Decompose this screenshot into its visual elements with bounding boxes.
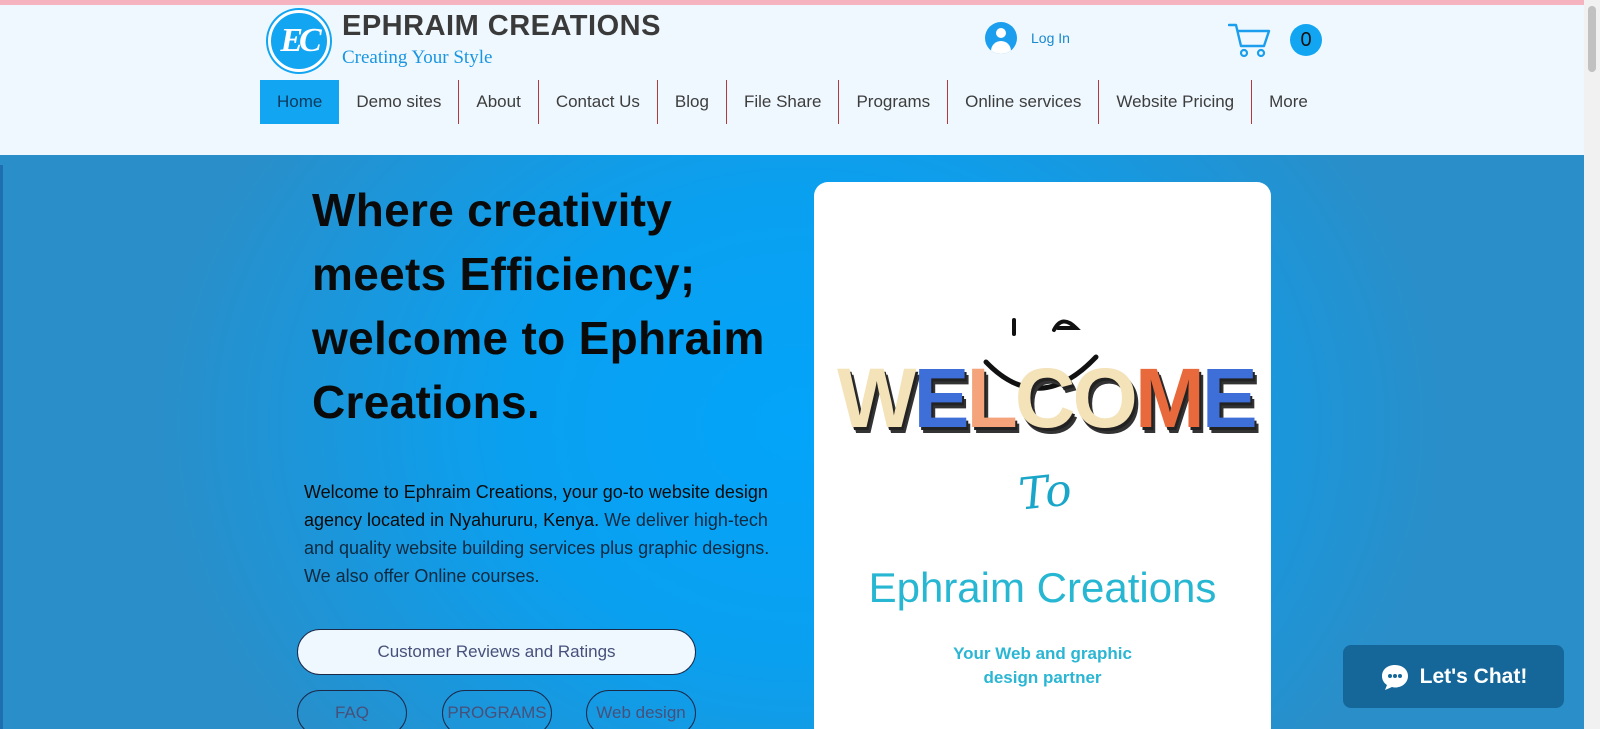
card-subtitle-line-2: design partner [983,668,1102,687]
cart-button[interactable]: 0 [1228,20,1328,60]
hero-section [0,155,1584,729]
faq-button[interactable]: FAQ [297,690,407,729]
web-design-button[interactable]: Web design [586,690,696,729]
login-label: Log In [1031,30,1070,46]
shopping-cart-icon [1228,23,1271,58]
main-navigation: Home Demo sites About Contact Us Blog Fi… [260,80,1325,124]
hero-intro: Welcome to Ephraim Creations, your go-to… [304,478,774,590]
nav-item-programs[interactable]: Programs [839,80,949,124]
welcome-graphic-card: WELCOME To Ephraim Creations Your Web an… [814,182,1271,729]
cart-count-badge: 0 [1290,24,1322,56]
lets-chat-button[interactable]: Let's Chat! [1343,645,1564,708]
card-subtitle: Your Web and graphic design partner [914,642,1171,690]
nav-item-demo-sites[interactable]: Demo sites [339,80,460,124]
customer-reviews-button[interactable]: Customer Reviews and Ratings [297,629,696,675]
nav-item-home[interactable]: Home [260,80,340,124]
chat-bubble-icon [1381,664,1408,690]
scrollbar-thumb[interactable] [1588,6,1596,72]
brand-logo[interactable]: EC [268,10,330,72]
card-subtitle-line-1: Your Web and graphic [953,644,1132,663]
nav-item-file-share[interactable]: File Share [727,80,840,124]
user-avatar-icon [985,22,1017,54]
welcome-letter: E [1201,351,1258,445]
welcome-word: WELCOME [836,350,1258,447]
welcome-letter: W [837,351,916,445]
page-scrollbar[interactable] [1584,0,1600,729]
nav-item-more[interactable]: More [1252,80,1325,124]
welcome-letter: C [1014,351,1076,445]
nav-item-about[interactable]: About [459,80,539,124]
to-script: To [1016,464,1074,521]
brand-tagline: Creating Your Style [342,47,493,68]
hero-headline: Where creativity meets Efficiency; welco… [312,184,765,428]
page-edge [0,165,3,729]
brand-title[interactable]: EPHRAIM CREATIONS [342,10,661,43]
welcome-letter: E [913,351,969,445]
nav-item-blog[interactable]: Blog [658,80,727,124]
nav-item-online-services[interactable]: Online services [948,80,1100,124]
card-brand-name: Ephraim Creations [868,564,1217,611]
nav-item-contact-us[interactable]: Contact Us [539,80,658,124]
welcome-letter: O [1072,351,1137,445]
programs-button[interactable]: PROGRAMS [442,690,552,729]
chat-label: Let's Chat! [1419,664,1528,688]
welcome-letter: L [966,351,1017,445]
login-button[interactable]: Log In [985,22,1070,54]
welcome-letter: M [1134,351,1205,445]
nav-item-website-pricing[interactable]: Website Pricing [1099,80,1253,124]
